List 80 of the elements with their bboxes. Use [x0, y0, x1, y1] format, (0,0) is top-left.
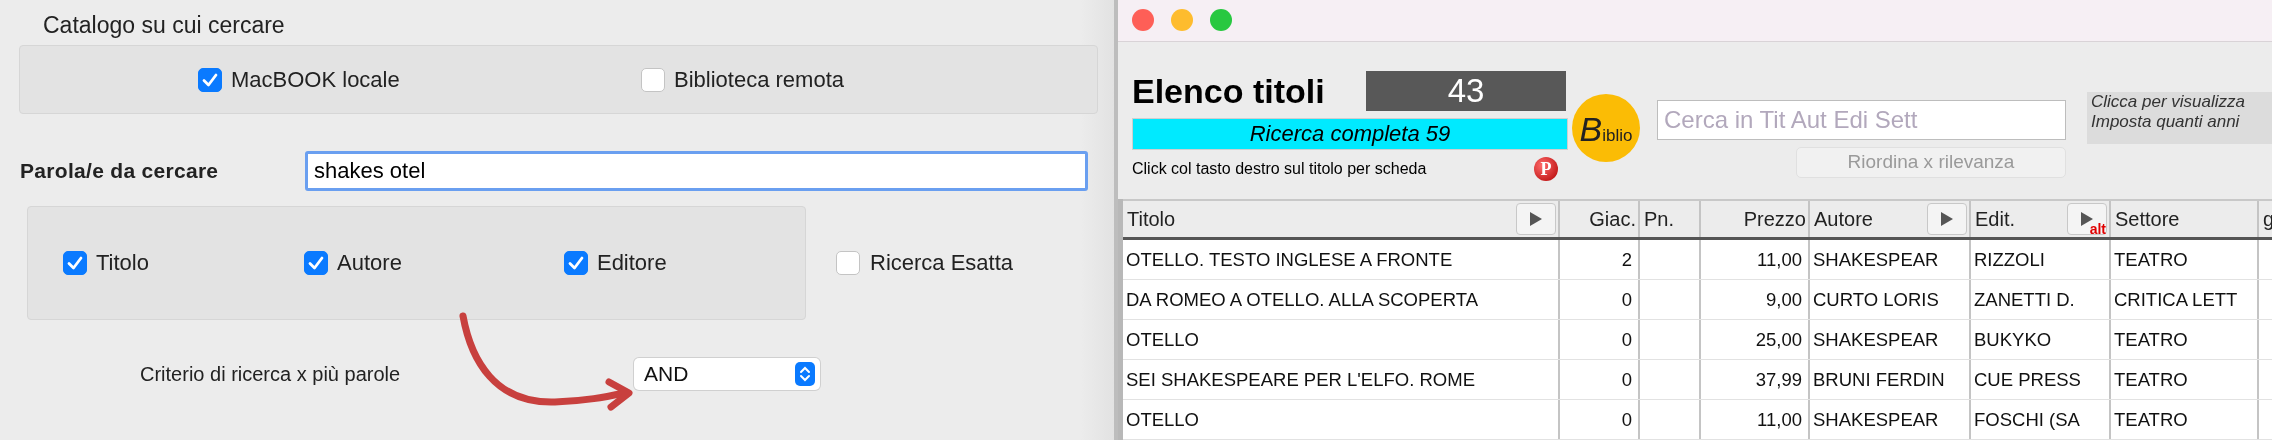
- checkbox[interactable]: [198, 67, 222, 92]
- table-cell: 0: [1621, 288, 1632, 311]
- header-label: Prezzo: [1743, 207, 1806, 231]
- checkbox-label: Ricerca Esatta: [870, 250, 1014, 276]
- p-badge[interactable]: P: [1534, 156, 1558, 181]
- header-label: Edit.: [1975, 207, 2016, 231]
- status-bar: Ricerca completa 59: [1132, 117, 1568, 150]
- checkbox-label: MacBOOK locale: [231, 66, 400, 93]
- table-cell: 2: [1621, 248, 1632, 271]
- table-cell: CUE PRESS: [1974, 368, 2081, 391]
- column-header[interactable]: Titolo: [1123, 201, 1560, 237]
- checkbox-label: Editore: [596, 250, 667, 276]
- checkbox[interactable]: [641, 67, 665, 92]
- table-cell: 25,00: [1755, 328, 1802, 351]
- checkbox-label: Biblioteca remota: [674, 66, 844, 93]
- header-label: Titolo: [1127, 207, 1176, 231]
- table-cell: SHAKESPEAR: [1813, 328, 1939, 351]
- column-header[interactable]: Pn.: [1640, 201, 1701, 237]
- column-header[interactable]: Autore: [1810, 201, 1971, 237]
- table-cell: BUKYKO: [1974, 328, 2052, 351]
- header-label: g: [2263, 207, 2272, 231]
- count-display: 43: [1366, 70, 1566, 111]
- hint-text: Click col tasto destro sul titolo per scheda: [1132, 159, 1428, 178]
- close-button[interactable]: [1132, 9, 1154, 32]
- header-label: Autore: [1814, 207, 1873, 231]
- sort-button[interactable]: alt: [2067, 203, 2107, 235]
- checkbox-label: Autore: [337, 250, 402, 276]
- column-header[interactable]: Edit. alt: [1971, 201, 2111, 237]
- stepper-icon: [795, 362, 815, 386]
- table-cell: 11,00: [1757, 408, 1802, 431]
- note-line: Clicca per visualizza: [2091, 91, 2246, 112]
- note-line: Imposta quanti anni: [2091, 111, 2241, 132]
- table-cell: CRITICA LETT: [2114, 288, 2238, 311]
- table-cell: SHAKESPEAR: [1813, 248, 1939, 271]
- header-label: Settore: [2115, 207, 2180, 231]
- header-label: Pn.: [1644, 207, 1675, 231]
- search-field[interactable]: shakes otel: [305, 151, 1088, 191]
- table-cell: TEATRO: [2114, 368, 2188, 391]
- table-cell: FOSCHI (SA: [1974, 408, 2080, 431]
- checkbox[interactable]: [563, 251, 588, 275]
- table-cell: 0: [1621, 368, 1632, 391]
- column-header[interactable]: Settore: [2111, 201, 2259, 237]
- section-title: Catalogo su cui cercare: [43, 12, 286, 40]
- table-cell: SEI SHAKESPEARE PER L'ELFO. ROME: [1126, 368, 1475, 391]
- table-cell: 9,00: [1766, 288, 1802, 311]
- checkbox[interactable]: [304, 251, 329, 275]
- criterion-select[interactable]: AND: [634, 358, 820, 390]
- query-label: Parola/e da cercare: [20, 159, 220, 183]
- table-cell: 37,99: [1755, 368, 1802, 391]
- table-cell: TEATRO: [2114, 408, 2188, 431]
- table-cell: OTELLO: [1126, 408, 1199, 431]
- table-cell: CURTO LORIS: [1813, 288, 1939, 311]
- play-icon: [1940, 211, 1954, 227]
- header-label: Giac.: [1589, 207, 1636, 231]
- list-title: Elenco titoli: [1132, 71, 1326, 111]
- column-header[interactable]: g: [2259, 201, 2272, 237]
- table-cell: TEATRO: [2114, 248, 2188, 271]
- checkbox[interactable]: [63, 251, 87, 275]
- table-cell: BRUNI FERDIN: [1813, 368, 1945, 391]
- alt-label: alt: [2089, 222, 2106, 236]
- sort-button[interactable]: [1516, 203, 1556, 235]
- checkbox-label: Titolo: [96, 250, 149, 276]
- column-header[interactable]: Prezzo: [1701, 201, 1810, 237]
- table-cell: DA ROMEO A OTELLO. ALLA SCOPERTA: [1126, 288, 1478, 311]
- table-cell: RIZZOLI: [1974, 248, 2045, 271]
- table-cell: TEATRO: [2114, 328, 2188, 351]
- search-field[interactable]: Cerca in Tit Aut Edi Sett: [1657, 99, 2066, 140]
- criterion-label: Criterio di ricerca x più parole: [140, 362, 402, 386]
- column-header[interactable]: Giac.: [1560, 201, 1640, 237]
- table-cell: 0: [1621, 328, 1632, 351]
- table-cell: 11,00: [1757, 248, 1802, 271]
- logo-badge[interactable]: Biblio: [1572, 93, 1640, 162]
- table-cell: ZANETTI D.: [1974, 288, 2075, 311]
- table-cell: OTELLO: [1126, 328, 1199, 351]
- table-cell: SHAKESPEAR: [1813, 408, 1939, 431]
- play-icon: [1529, 211, 1543, 227]
- table-cell: OTELLO. TESTO INGLESE A FRONTE: [1126, 248, 1453, 271]
- table-cell: 0: [1621, 408, 1632, 431]
- checkbox[interactable]: [836, 251, 860, 275]
- sort-button[interactable]: [1927, 203, 1967, 235]
